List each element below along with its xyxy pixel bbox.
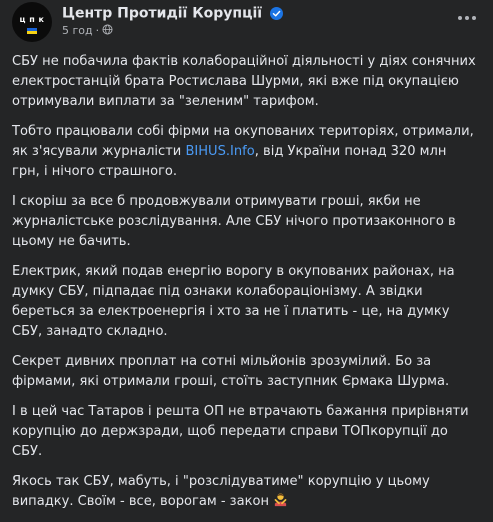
post-paragraph: Електрик, який подав енергію ворогу в ок…: [12, 264, 455, 339]
paragraph-text: Якось так СБУ, мабуть, і "розслідуватиме…: [12, 474, 430, 509]
avatar-logo-text: ц п к: [19, 15, 45, 24]
post-paragraph: Тобто працювали собі фірми на окупованих…: [12, 122, 478, 182]
page-name[interactable]: Центр Протидії Корупції: [62, 6, 262, 22]
ukraine-flag-icon: [27, 28, 37, 34]
page-avatar[interactable]: ц п к: [12, 2, 52, 42]
post-paragraph: І скоріш за все б продовжували отримуват…: [12, 194, 456, 249]
globe-icon[interactable]: [102, 24, 113, 35]
more-options-icon[interactable]: [453, 8, 481, 28]
post-meta: 5 год ·: [62, 24, 113, 40]
page-name-row: Центр Протидії Корупції: [62, 3, 284, 23]
facebook-post: ц п к Центр Протидії Корупції 5 год · СБ…: [0, 0, 493, 509]
post-body: СБУ не побачила фактів колабораційної ді…: [12, 52, 478, 522]
post-paragraph: Якось так СБУ, мабуть, і "розслідуватиме…: [12, 472, 478, 512]
post-timestamp[interactable]: 5 год: [62, 24, 93, 37]
post-paragraph: І в цей час Татаров і решта ОП не втрача…: [12, 404, 469, 459]
meta-separator: ·: [95, 24, 100, 37]
bihus-info-link[interactable]: BIHUS.Info: [185, 144, 254, 159]
post-paragraph: СБУ не побачила фактів колабораційної ді…: [12, 54, 476, 109]
post-paragraph: Секрет дивних проплат на сотні мільйонів…: [12, 354, 450, 389]
post-header: ц п к Центр Протидії Корупції 5 год ·: [12, 2, 481, 42]
verified-badge-icon: [270, 7, 284, 20]
person-gesturing-no-emoji-icon: [274, 493, 287, 507]
